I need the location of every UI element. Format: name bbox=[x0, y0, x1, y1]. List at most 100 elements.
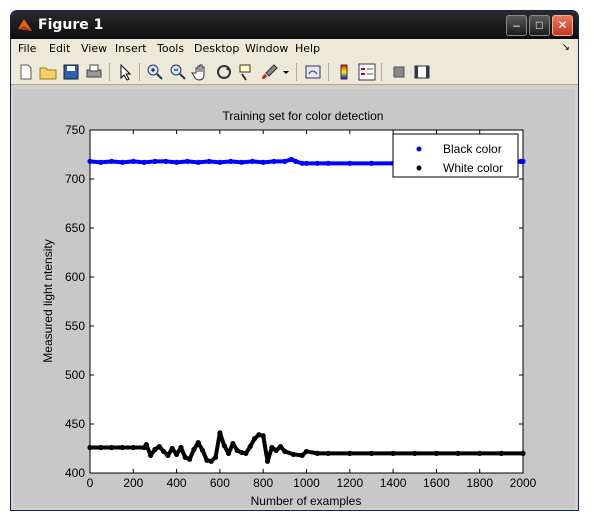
toolbar-separator bbox=[381, 63, 382, 81]
data-point-white-color bbox=[277, 443, 284, 450]
data-point-white-color bbox=[299, 452, 305, 458]
data-point-black-color bbox=[271, 158, 277, 164]
pan-hand-icon[interactable] bbox=[191, 62, 211, 82]
open-file-icon[interactable] bbox=[38, 62, 58, 82]
axes-box[interactable] bbox=[89, 129, 524, 474]
data-point-white-color bbox=[455, 450, 461, 456]
menu-file[interactable]: File bbox=[18, 42, 36, 55]
data-point-black-color bbox=[184, 158, 191, 164]
data-point-white-color bbox=[161, 448, 167, 455]
data-point-black-color bbox=[303, 160, 310, 166]
legend[interactable]: Black color White color bbox=[392, 133, 519, 178]
matlab-logo-icon bbox=[18, 19, 32, 31]
brush-icon[interactable] bbox=[260, 62, 280, 82]
data-point-black-color bbox=[174, 159, 180, 165]
brush-dropdown-icon[interactable] bbox=[281, 62, 291, 82]
insert-legend-icon[interactable] bbox=[357, 62, 377, 82]
edit-plot-arrow-icon[interactable] bbox=[115, 62, 135, 82]
data-point-white-color bbox=[325, 450, 331, 456]
close-button[interactable]: ✕ bbox=[552, 15, 573, 36]
menu-bar: File Edit View Insert Tools Desktop Wind… bbox=[11, 39, 578, 59]
print-icon[interactable] bbox=[84, 62, 104, 82]
data-point-black-color bbox=[109, 158, 115, 164]
data-point-white-color bbox=[130, 444, 136, 451]
rotate-3d-icon[interactable] bbox=[214, 62, 234, 82]
data-point-black-color bbox=[282, 158, 288, 164]
y-tick-label: 450 bbox=[65, 417, 85, 431]
y-tick-label: 600 bbox=[65, 270, 85, 284]
data-point-white-color bbox=[520, 450, 526, 456]
data-point-white-color bbox=[143, 441, 149, 448]
data-point-black-color bbox=[314, 160, 320, 166]
zoom-out-icon[interactable] bbox=[168, 62, 188, 82]
menu-tools[interactable]: Tools bbox=[157, 42, 184, 55]
data-point-white-color bbox=[247, 443, 253, 450]
x-tick-label: 1600 bbox=[423, 476, 450, 490]
data-point-white-color bbox=[282, 448, 288, 455]
save-icon[interactable] bbox=[61, 62, 81, 82]
title-bar[interactable]: Figure 1 – □ ✕ bbox=[11, 11, 578, 39]
menu-insert[interactable]: Insert bbox=[115, 42, 147, 55]
zoom-in-icon[interactable] bbox=[145, 62, 165, 82]
data-point-black-color bbox=[87, 158, 93, 164]
data-point-white-color bbox=[152, 446, 158, 453]
new-figure-icon[interactable] bbox=[16, 62, 36, 82]
data-point-white-color bbox=[221, 442, 227, 449]
data-point-white-color bbox=[208, 458, 214, 464]
data-point-black-color bbox=[119, 159, 126, 165]
maximize-button[interactable]: □ bbox=[529, 15, 550, 36]
dock-figure-icon[interactable]: ↘ bbox=[562, 42, 570, 53]
data-point-black-color bbox=[141, 159, 147, 165]
data-point-white-color bbox=[347, 450, 353, 456]
data-point-white-color bbox=[199, 447, 206, 454]
x-tick-label: 400 bbox=[167, 476, 187, 490]
data-cursor-icon[interactable] bbox=[237, 62, 257, 82]
data-point-white-color bbox=[256, 432, 262, 438]
data-point-black-color bbox=[217, 159, 223, 165]
data-point-black-color bbox=[130, 158, 136, 164]
x-tick-label: 1400 bbox=[380, 476, 407, 490]
data-point-white-color bbox=[186, 456, 193, 462]
data-point-white-color bbox=[260, 433, 266, 439]
y-axis-label: Measured light ntensity bbox=[41, 239, 55, 362]
link-plot-icon[interactable] bbox=[303, 62, 323, 82]
data-point-white-color bbox=[390, 450, 396, 456]
legend-label-black-color: Black color bbox=[443, 142, 502, 156]
data-point-white-color bbox=[269, 444, 275, 451]
chart-title: Training set for color detection bbox=[223, 109, 384, 123]
show-plot-tools-icon[interactable] bbox=[412, 62, 432, 82]
data-point-black-color bbox=[520, 158, 526, 164]
window-title: Figure 1 bbox=[38, 17, 104, 33]
data-point-white-color bbox=[314, 450, 320, 456]
toolbar-separator bbox=[328, 63, 329, 81]
y-tick-label: 550 bbox=[65, 319, 85, 333]
menu-window[interactable]: Window bbox=[245, 42, 288, 55]
y-tick-label: 750 bbox=[65, 123, 85, 137]
data-point-black-color bbox=[368, 160, 375, 166]
data-point-black-color bbox=[347, 160, 353, 166]
data-point-black-color bbox=[98, 159, 104, 165]
minimize-button[interactable]: – bbox=[506, 15, 527, 36]
data-point-white-color bbox=[217, 430, 223, 436]
x-tick-label: 200 bbox=[123, 476, 143, 490]
insert-colorbar-icon[interactable] bbox=[334, 62, 354, 82]
figure-window: Figure 1 – □ ✕ File Edit View Insert Too… bbox=[10, 10, 579, 511]
toolbar-separator bbox=[296, 63, 297, 81]
figure-canvas: Training set for color detection 0 200 400… bbox=[14, 89, 575, 508]
menu-edit[interactable]: Edit bbox=[49, 42, 70, 55]
x-tick-label: 1200 bbox=[336, 476, 363, 490]
x-tick-label: 1800 bbox=[466, 476, 493, 490]
data-point-white-color bbox=[225, 450, 232, 456]
legend-marker-white-color bbox=[416, 165, 422, 171]
y-tick-label: 700 bbox=[65, 172, 85, 186]
data-point-white-color bbox=[148, 452, 154, 458]
menu-view[interactable]: View bbox=[81, 42, 107, 55]
data-point-white-color bbox=[204, 457, 210, 463]
menu-desktop[interactable]: Desktop bbox=[194, 42, 239, 55]
x-tick-label: 600 bbox=[210, 476, 230, 490]
menu-help[interactable]: Help bbox=[295, 42, 320, 55]
data-point-white-color bbox=[412, 450, 418, 456]
data-point-white-color bbox=[290, 451, 297, 457]
data-point-black-color bbox=[152, 158, 158, 164]
hide-plot-tools-icon[interactable] bbox=[389, 62, 409, 82]
